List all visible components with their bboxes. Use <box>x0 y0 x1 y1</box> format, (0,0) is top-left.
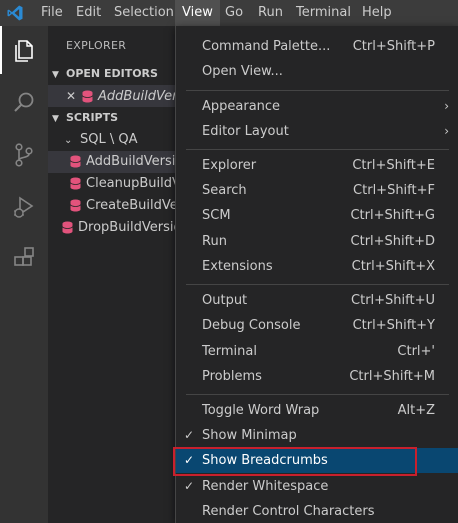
menu-separator <box>186 90 449 91</box>
chevron-down-icon: ⌄ <box>64 135 73 146</box>
menu-output[interactable]: Output Ctrl+Shift+U <box>176 288 458 313</box>
database-icon <box>70 199 81 212</box>
file-label: CleanupBuildVersion <box>86 176 178 191</box>
menu-problems[interactable]: Problems Ctrl+Shift+M <box>176 364 458 389</box>
run-debug-icon[interactable] <box>8 191 40 223</box>
scripts-header[interactable]: ▼ SCRIPTS <box>48 107 178 129</box>
menu-help[interactable]: Help <box>355 0 399 26</box>
menu-explorer[interactable]: Explorer Ctrl+Shift+E <box>176 153 458 178</box>
menu-debug-console[interactable]: Debug Console Ctrl+Shift+Y <box>176 313 458 338</box>
database-icon <box>82 90 93 103</box>
file-label: CreateBuildVersion <box>86 198 178 213</box>
menu-separator <box>186 284 449 285</box>
explorer-title: EXPLORER <box>66 39 127 52</box>
active-view-indicator <box>0 26 2 74</box>
check-icon: ✓ <box>184 479 195 493</box>
open-editors-header[interactable]: ▼ OPEN EDITORS <box>48 63 178 85</box>
menu-separator <box>186 149 449 150</box>
menu-terminal[interactable]: Terminal <box>289 0 358 26</box>
activity-bar <box>0 26 48 523</box>
database-icon <box>70 155 81 168</box>
menu-file[interactable]: File <box>34 0 70 26</box>
menu-bar: File Edit Selection View Go Run Terminal… <box>0 0 458 26</box>
menu-run[interactable]: Run Ctrl+Shift+D <box>176 229 458 254</box>
scripts-label: SCRIPTS <box>66 111 119 124</box>
menu-view[interactable]: View <box>175 0 220 26</box>
menu-toggle-word-wrap[interactable]: Toggle Word Wrap Alt+Z <box>176 398 458 423</box>
close-icon[interactable]: ✕ <box>64 85 78 107</box>
chevron-down-icon: ▼ <box>52 70 59 80</box>
check-icon: ✓ <box>184 428 195 442</box>
menu-terminal[interactable]: Terminal Ctrl+' <box>176 339 458 364</box>
database-icon <box>70 177 81 190</box>
vscode-logo-icon <box>7 5 23 21</box>
menu-go[interactable]: Go <box>218 0 250 26</box>
folder-item[interactable]: ⌄ SQL \ QA <box>48 129 178 151</box>
menu-open-view[interactable]: Open View... <box>176 59 458 84</box>
menu-run[interactable]: Run <box>251 0 290 26</box>
database-icon <box>62 221 73 234</box>
menu-show-minimap[interactable]: ✓ Show Minimap <box>176 423 458 448</box>
file-item[interactable]: CreateBuildVersion <box>48 195 178 217</box>
menu-command-palette[interactable]: Command Palette... Ctrl+Shift+P <box>176 34 458 59</box>
menu-render-control-characters[interactable]: Render Control Characters <box>176 499 458 523</box>
chevron-right-icon: › <box>444 99 449 113</box>
menu-render-whitespace[interactable]: ✓ Render Whitespace <box>176 474 458 499</box>
menu-appearance[interactable]: Appearance › <box>176 94 458 119</box>
chevron-right-icon: › <box>444 124 449 138</box>
file-item[interactable]: AddBuildVersion <box>48 151 178 173</box>
source-control-icon[interactable] <box>8 139 40 171</box>
open-editors-label: OPEN EDITORS <box>66 67 158 80</box>
menu-scm[interactable]: SCM Ctrl+Shift+G <box>176 203 458 228</box>
menu-edit[interactable]: Edit <box>69 0 108 26</box>
file-item[interactable]: CleanupBuildVersion <box>48 173 178 195</box>
menu-selection[interactable]: Selection <box>107 0 181 26</box>
annotation-highlight-box <box>173 447 417 476</box>
menu-separator <box>186 394 449 395</box>
search-icon[interactable] <box>8 87 40 119</box>
folder-label: SQL \ QA <box>80 132 138 147</box>
open-editor-filename: AddBuildVersion <box>98 89 178 104</box>
menu-extensions[interactable]: Extensions Ctrl+Shift+X <box>176 254 458 279</box>
extensions-icon[interactable] <box>8 243 40 275</box>
chevron-down-icon: ▼ <box>52 114 59 124</box>
menu-editor-layout[interactable]: Editor Layout › <box>176 119 458 144</box>
files-icon[interactable] <box>8 35 40 67</box>
menu-search[interactable]: Search Ctrl+Shift+F <box>176 178 458 203</box>
file-item[interactable]: DropBuildVersion <box>48 217 178 239</box>
file-label: DropBuildVersion <box>78 220 178 235</box>
open-editor-item[interactable]: ✕ AddBuildVersion <box>48 85 178 107</box>
file-label: AddBuildVersion <box>86 154 178 169</box>
